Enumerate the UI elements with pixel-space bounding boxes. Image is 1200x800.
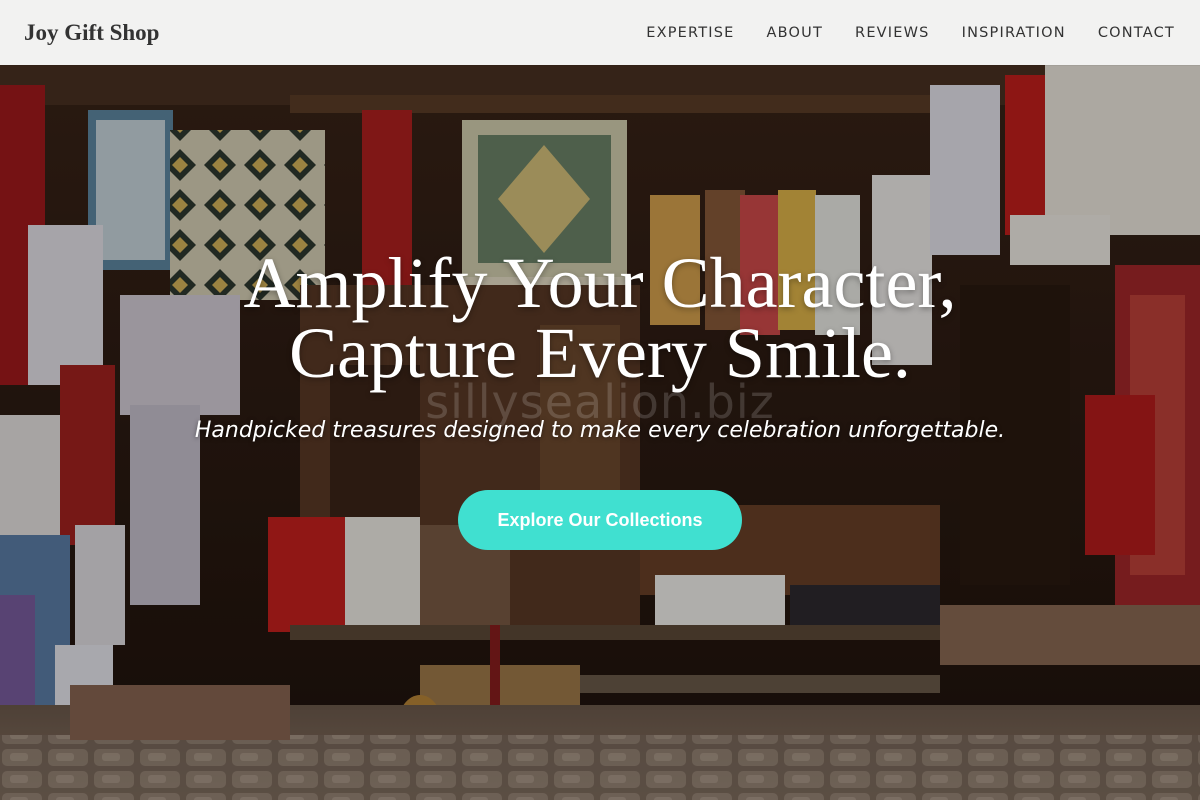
main-nav: EXPERTISE ABOUT REVIEWS INSPIRATION CONT… xyxy=(614,25,1175,41)
hero-content: Amplify Your Character, Capture Every Sm… xyxy=(0,65,1200,800)
page: Joy Gift Shop EXPERTISE ABOUT REVIEWS IN… xyxy=(0,0,1200,800)
site-header: Joy Gift Shop EXPERTISE ABOUT REVIEWS IN… xyxy=(0,0,1200,65)
nav-link-contact[interactable]: CONTACT xyxy=(1098,25,1175,41)
nav-link-about[interactable]: ABOUT xyxy=(767,25,824,41)
hero-section: Amplify Your Character, Capture Every Sm… xyxy=(0,65,1200,800)
explore-collections-button[interactable]: Explore Our Collections xyxy=(458,490,742,550)
nav-link-reviews[interactable]: REVIEWS xyxy=(855,25,930,41)
hero-subtitle: Handpicked treasures designed to make ev… xyxy=(194,418,1006,443)
hero-title: Amplify Your Character, Capture Every Sm… xyxy=(0,243,1200,393)
nav-link-expertise[interactable]: EXPERTISE xyxy=(646,25,734,41)
site-logo[interactable]: Joy Gift Shop xyxy=(24,20,159,46)
hero-title-line-1: Amplify Your Character, xyxy=(243,243,957,323)
nav-link-inspiration[interactable]: INSPIRATION xyxy=(962,25,1066,41)
hero-title-line-2: Capture Every Smile. xyxy=(289,313,911,393)
